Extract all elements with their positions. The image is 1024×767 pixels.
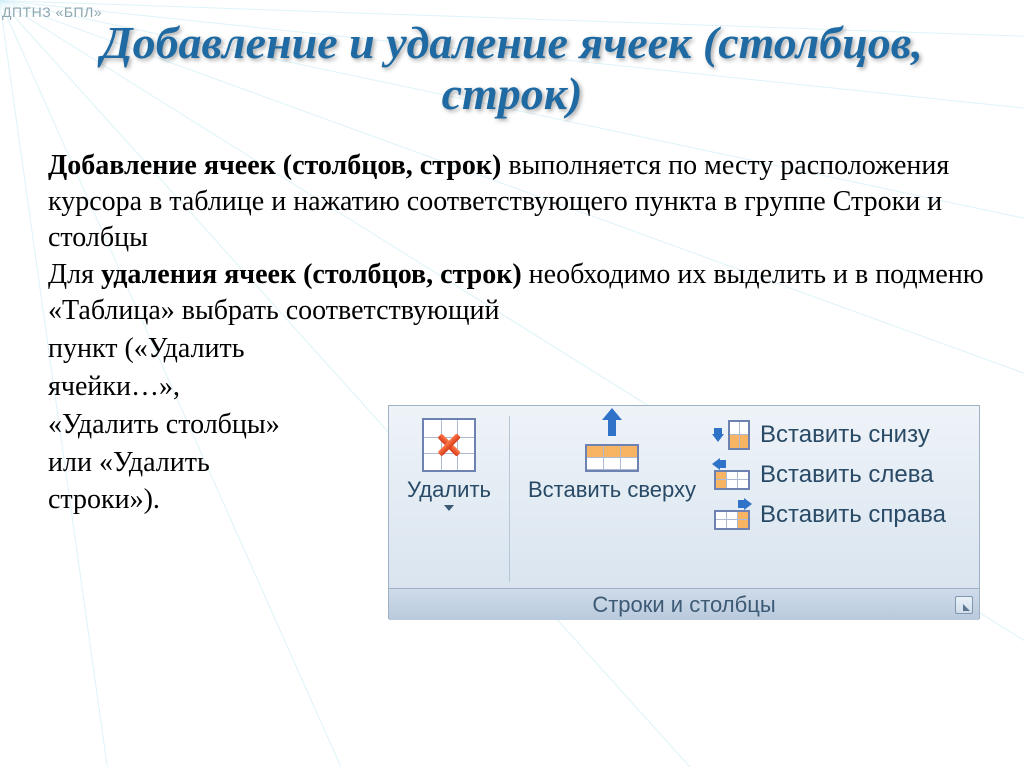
line3: пункт («Удалить xyxy=(48,331,996,367)
insert-below-button[interactable]: Вставить снизу xyxy=(710,416,969,454)
p1-bold: Добавление ячеек (столбцов, строк) xyxy=(48,150,501,181)
insert-right-icon xyxy=(714,500,750,530)
delete-label: Удалить xyxy=(407,478,491,501)
insert-left-button[interactable]: Вставить слева xyxy=(710,456,969,494)
chevron-down-icon xyxy=(444,505,454,511)
insert-above-icon xyxy=(585,418,639,472)
separator xyxy=(509,416,510,582)
insert-above-label: Вставить сверху xyxy=(528,478,696,501)
ribbon-group-caption: Строки и столбцы xyxy=(389,588,979,620)
insert-left-icon xyxy=(714,460,750,490)
dialog-launcher-icon[interactable] xyxy=(955,596,973,614)
insert-right-button[interactable]: Вставить справа xyxy=(710,496,969,534)
group-caption-label: Строки и столбцы xyxy=(592,592,775,618)
line4: ячейки…», xyxy=(48,369,996,405)
insert-right-label: Вставить справа xyxy=(760,501,946,529)
insert-left-label: Вставить слева xyxy=(760,461,934,489)
insert-below-label: Вставить снизу xyxy=(760,421,930,449)
delete-icon xyxy=(422,418,476,472)
insert-above-button[interactable]: Вставить сверху xyxy=(522,414,702,503)
slide-title: Добавление и удаление ячеек (столбцов, с… xyxy=(0,18,1024,119)
delete-button[interactable]: Удалить xyxy=(401,414,497,513)
p2-before: Для xyxy=(48,259,101,290)
p2-bold: удаления ячеек (столбцов, строк) xyxy=(101,259,522,290)
ribbon-rows-columns-group: Удалить Вставить сверху xyxy=(388,405,980,619)
insert-below-icon xyxy=(714,420,750,450)
